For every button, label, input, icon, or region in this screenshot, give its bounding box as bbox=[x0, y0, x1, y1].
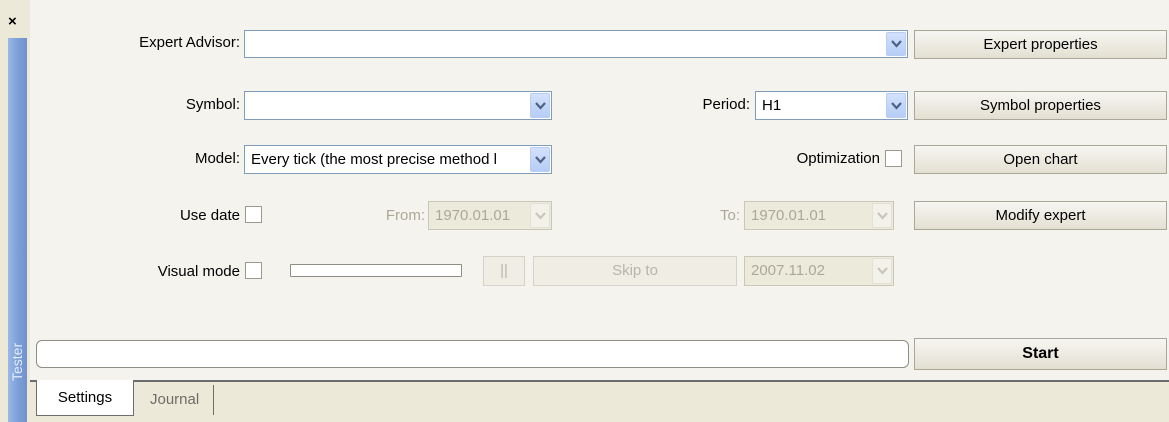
visual-mode-label: Visual mode bbox=[157, 263, 240, 280]
from-date-value: 1970.01.01 bbox=[435, 207, 511, 224]
use-date-label: Use date bbox=[179, 207, 240, 224]
skip-date-select[interactable]: 2007.11.02 bbox=[744, 256, 894, 286]
period-label: Period: bbox=[702, 96, 750, 113]
symbol-label: Symbol: bbox=[185, 96, 240, 113]
close-icon[interactable]: × bbox=[8, 14, 17, 29]
visual-mode-checkbox[interactable] bbox=[245, 262, 262, 279]
tab-settings[interactable]: Settings bbox=[36, 380, 134, 416]
skip-to-button[interactable]: Skip to bbox=[533, 256, 737, 286]
tab-settings-label: Settings bbox=[57, 389, 113, 406]
model-value: Every tick (the most precise method l bbox=[251, 151, 497, 168]
model-label: Model: bbox=[194, 150, 240, 167]
chevron-down-icon[interactable] bbox=[530, 93, 550, 118]
expert-advisor-label: Expert Advisor: bbox=[139, 34, 240, 51]
tester-side-label: Tester bbox=[9, 342, 25, 381]
tab-journal[interactable]: Journal bbox=[150, 385, 215, 415]
chevron-down-icon bbox=[530, 203, 550, 228]
visual-speed-slider[interactable] bbox=[290, 264, 462, 277]
expert-properties-button[interactable]: Expert properties bbox=[914, 30, 1167, 59]
period-select[interactable]: H1 bbox=[755, 91, 908, 120]
expert-advisor-select[interactable] bbox=[244, 30, 908, 58]
modify-expert-button[interactable]: Modify expert bbox=[914, 201, 1167, 230]
from-date-select[interactable]: 1970.01.01 bbox=[428, 201, 552, 230]
chevron-down-icon[interactable] bbox=[530, 147, 550, 172]
use-date-checkbox[interactable] bbox=[245, 206, 262, 223]
chevron-down-icon bbox=[872, 258, 892, 284]
chevron-down-icon[interactable] bbox=[886, 32, 906, 56]
open-chart-button[interactable]: Open chart bbox=[914, 145, 1167, 174]
optimization-label: Optimization bbox=[796, 150, 880, 167]
to-label: To: bbox=[719, 207, 740, 224]
symbol-select[interactable] bbox=[244, 91, 552, 120]
chevron-down-icon bbox=[872, 203, 892, 228]
start-button[interactable]: Start bbox=[914, 338, 1167, 370]
symbol-properties-button[interactable]: Symbol properties bbox=[914, 91, 1167, 120]
tab-journal-label: Journal bbox=[150, 391, 200, 408]
to-date-value: 1970.01.01 bbox=[751, 207, 827, 224]
model-select[interactable]: Every tick (the most precise method l bbox=[244, 145, 552, 174]
skip-date-value: 2007.11.02 bbox=[751, 262, 825, 279]
test-progress-bar bbox=[36, 340, 909, 368]
optimization-checkbox[interactable] bbox=[885, 150, 902, 167]
pause-button[interactable]: || bbox=[483, 256, 525, 286]
from-label: From: bbox=[385, 207, 425, 224]
chevron-down-icon[interactable] bbox=[886, 93, 906, 118]
period-value: H1 bbox=[762, 97, 782, 114]
to-date-select[interactable]: 1970.01.01 bbox=[744, 201, 894, 230]
